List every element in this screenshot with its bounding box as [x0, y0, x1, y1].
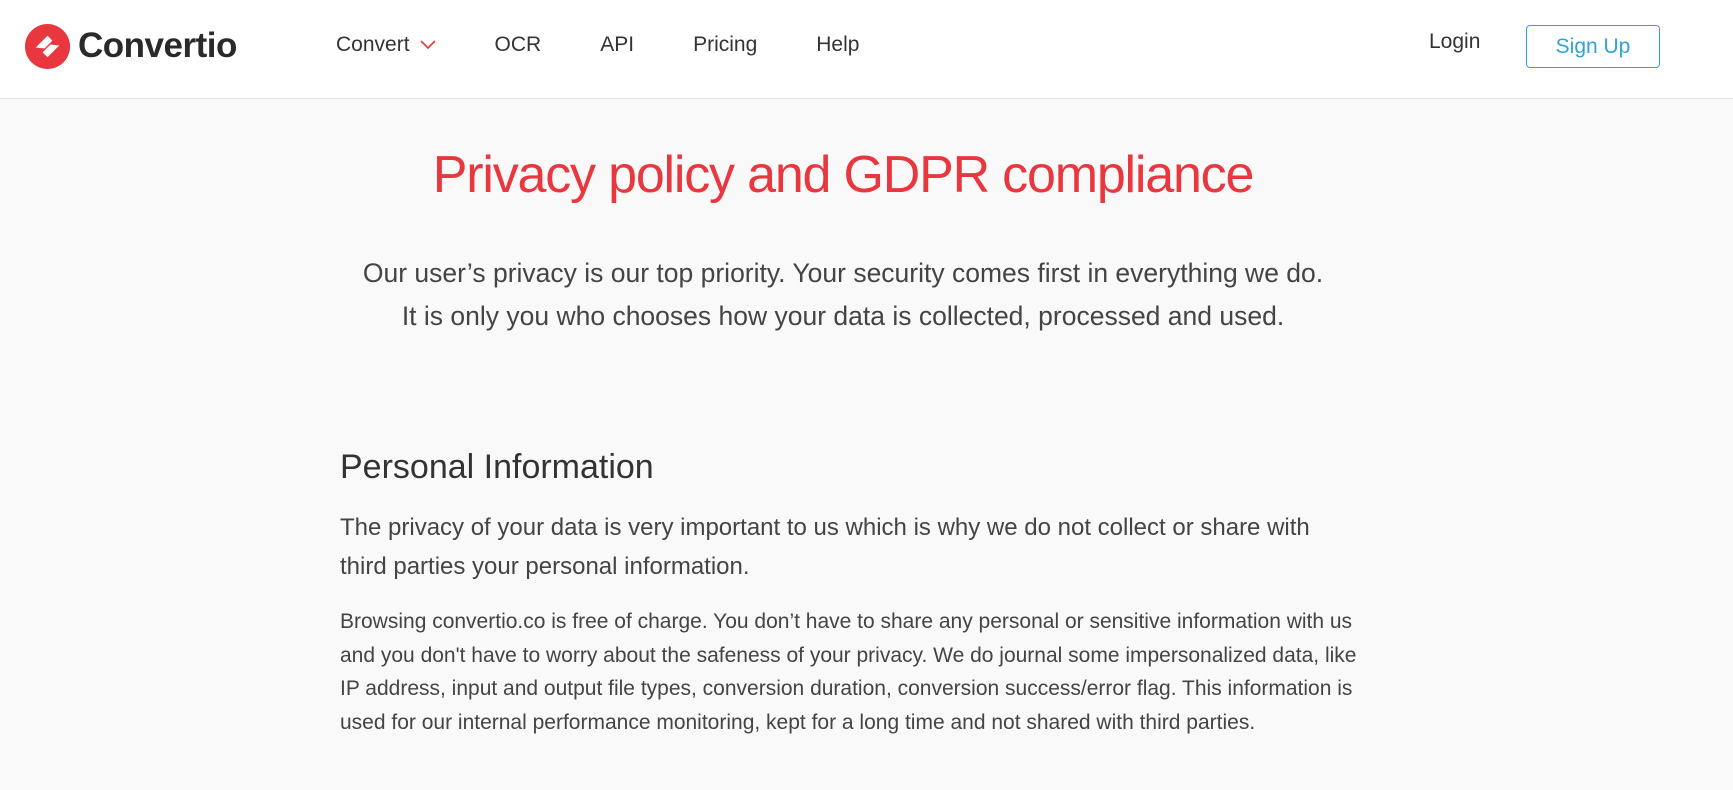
nav-ocr[interactable]: OCR — [495, 33, 542, 57]
policy-content: Personal Information The privacy of your… — [340, 448, 1360, 739]
section-title-personal-information: Personal Information — [340, 448, 654, 486]
chevron-down-icon — [419, 40, 436, 50]
page-title: Privacy policy and GDPR compliance — [432, 146, 1255, 204]
signup-button[interactable]: Sign Up — [1526, 25, 1660, 68]
section-lead-paragraph: The privacy of your data is very importa… — [340, 514, 1310, 580]
nav-pricing[interactable]: Pricing — [693, 33, 757, 57]
intro-text: Our user’s privacy is our top priority. … — [0, 252, 1686, 338]
intro-line-2: It is only you who chooses how your data… — [401, 301, 1285, 331]
main-nav: Convert OCR API Pricing Help — [336, 0, 918, 90]
nav-help[interactable]: Help — [816, 33, 859, 57]
logo-link[interactable]: Convertio — [24, 22, 237, 70]
nav-convert-label: Convert — [336, 33, 410, 56]
top-header: Convertio Convert OCR API Pricing Help L… — [0, 0, 1733, 99]
nav-convert[interactable]: Convert — [336, 33, 436, 57]
login-link[interactable]: Login — [1429, 30, 1480, 54]
convertio-logo-icon — [24, 23, 71, 69]
nav-api[interactable]: API — [600, 33, 634, 57]
logo-text: Convertio — [78, 26, 237, 65]
section-body-paragraph: Browsing convertio.co is free of charge.… — [340, 610, 1357, 734]
intro-line-1: Our user’s privacy is our top priority. … — [362, 258, 1324, 288]
